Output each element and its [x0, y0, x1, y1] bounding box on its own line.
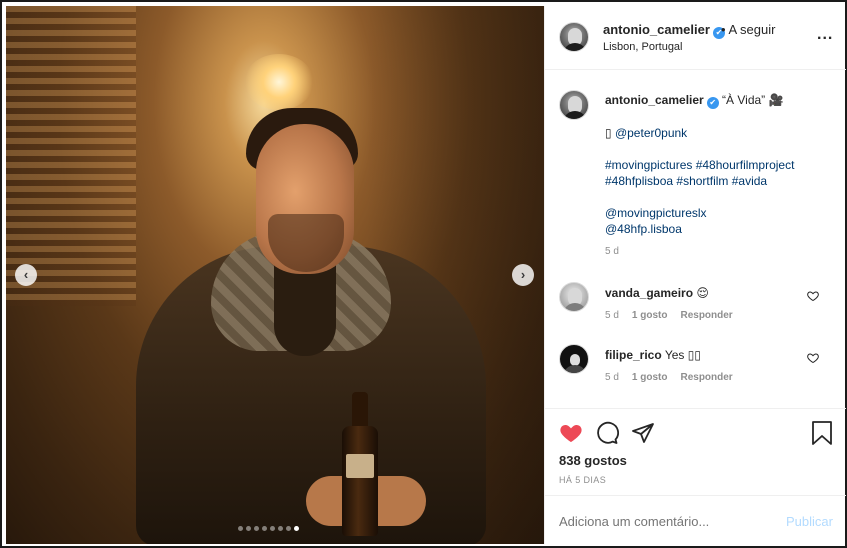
chevron-left-icon[interactable]: ‹: [15, 264, 37, 286]
photo-credit-icon: ▯: [605, 126, 612, 140]
more-options-icon[interactable]: ...: [817, 26, 833, 44]
comment-item: vanda_gameiro 😌 5 d 1 gosto Responder: [545, 282, 846, 342]
video-camera-icon: 🎥: [768, 93, 784, 107]
person-neck: [274, 261, 336, 356]
avatar[interactable]: [559, 22, 589, 52]
comment-text: vanda_gameiro 😌: [605, 286, 709, 300]
publish-button[interactable]: Publicar: [786, 514, 833, 529]
caption-time[interactable]: 5 d: [605, 246, 619, 257]
reply-button[interactable]: Responder: [680, 310, 732, 321]
beer-bottle: [342, 426, 378, 536]
carousel-dot: [246, 526, 251, 531]
carousel-dot: [262, 526, 267, 531]
comment-body: 😌: [696, 286, 709, 300]
avatar[interactable]: [559, 282, 589, 312]
hashtag-line[interactable]: #48hfplisboa #shortfilm #avida: [605, 173, 837, 189]
avatar[interactable]: [559, 90, 589, 120]
carousel-dot: [294, 526, 299, 531]
bottle-label: [346, 454, 374, 478]
comment-likes[interactable]: 1 gosto: [632, 372, 668, 383]
username-text[interactable]: antonio_camelier: [603, 22, 710, 37]
post-header: antonio_camelier ✔ • A seguir Lisbon, Por…: [545, 6, 846, 70]
location-link[interactable]: Lisbon, Portugal: [603, 41, 683, 53]
header-username[interactable]: antonio_camelier ✔: [603, 22, 725, 39]
hashtag-line[interactable]: #movingpictures #48hourfilmproject: [605, 157, 837, 173]
comment-meta: 5 d 1 gosto Responder: [605, 372, 733, 383]
avatar[interactable]: [559, 344, 589, 374]
carousel-dot: [286, 526, 291, 531]
mention-link[interactable]: @48hfp.lisboa: [605, 221, 837, 237]
following-label[interactable]: • A seguir: [721, 22, 775, 37]
post-modal: ‹ › antonio_camelier ✔ • A seguir Lisbon,…: [0, 0, 847, 548]
bookmark-icon[interactable]: [811, 421, 833, 448]
carousel-dots: [238, 526, 299, 531]
comment-input[interactable]: [559, 514, 759, 529]
reply-button[interactable]: Responder: [680, 372, 732, 383]
heart-outline-icon[interactable]: [807, 290, 819, 305]
verified-badge-icon: ✔: [706, 97, 719, 109]
carousel-dot: [238, 526, 243, 531]
comment-time[interactable]: 5 d: [605, 310, 619, 321]
lamp-glow: [244, 54, 314, 110]
carousel-dot: [278, 526, 283, 531]
comment-body: Yes ▯▯: [664, 348, 701, 362]
post-actions: 838 gostos HÁ 5 DIAS Publicar: [545, 408, 846, 544]
comment-time[interactable]: 5 d: [605, 372, 619, 383]
post-photo[interactable]: [6, 6, 544, 544]
window-blinds: [6, 6, 136, 306]
mention-link[interactable]: @peter0punk: [615, 126, 687, 140]
caption-title: “À Vida”: [722, 93, 766, 107]
add-comment-bar: Publicar: [545, 495, 846, 545]
chevron-right-icon[interactable]: ›: [512, 264, 534, 286]
carousel-dot: [254, 526, 259, 531]
caption-text: antonio_camelier ✔ “À Vida” 🎥 ▯ @peter0pu…: [605, 92, 837, 237]
comment-meta: 5 d 1 gosto Responder: [605, 310, 733, 321]
post-side-panel: antonio_camelier ✔ • A seguir Lisbon, Por…: [544, 6, 846, 544]
comment-text: filipe_rico Yes ▯▯: [605, 348, 701, 362]
comment-username[interactable]: vanda_gameiro: [605, 286, 693, 300]
paper-plane-icon[interactable]: [631, 421, 655, 448]
comment-icon[interactable]: [595, 421, 619, 448]
comment-item: filipe_rico Yes ▯▯ 5 d 1 gosto Responder: [545, 344, 846, 404]
caption-username[interactable]: antonio_camelier: [605, 93, 704, 107]
comment-username[interactable]: filipe_rico: [605, 348, 662, 362]
post-age[interactable]: HÁ 5 DIAS: [559, 475, 606, 485]
comment-likes[interactable]: 1 gosto: [632, 310, 668, 321]
carousel-dot: [270, 526, 275, 531]
likes-count[interactable]: 838 gostos: [559, 453, 627, 468]
heart-outline-icon[interactable]: [807, 352, 819, 367]
mention-link[interactable]: @movingpictureslx: [605, 205, 837, 221]
heart-icon[interactable]: [559, 421, 583, 448]
